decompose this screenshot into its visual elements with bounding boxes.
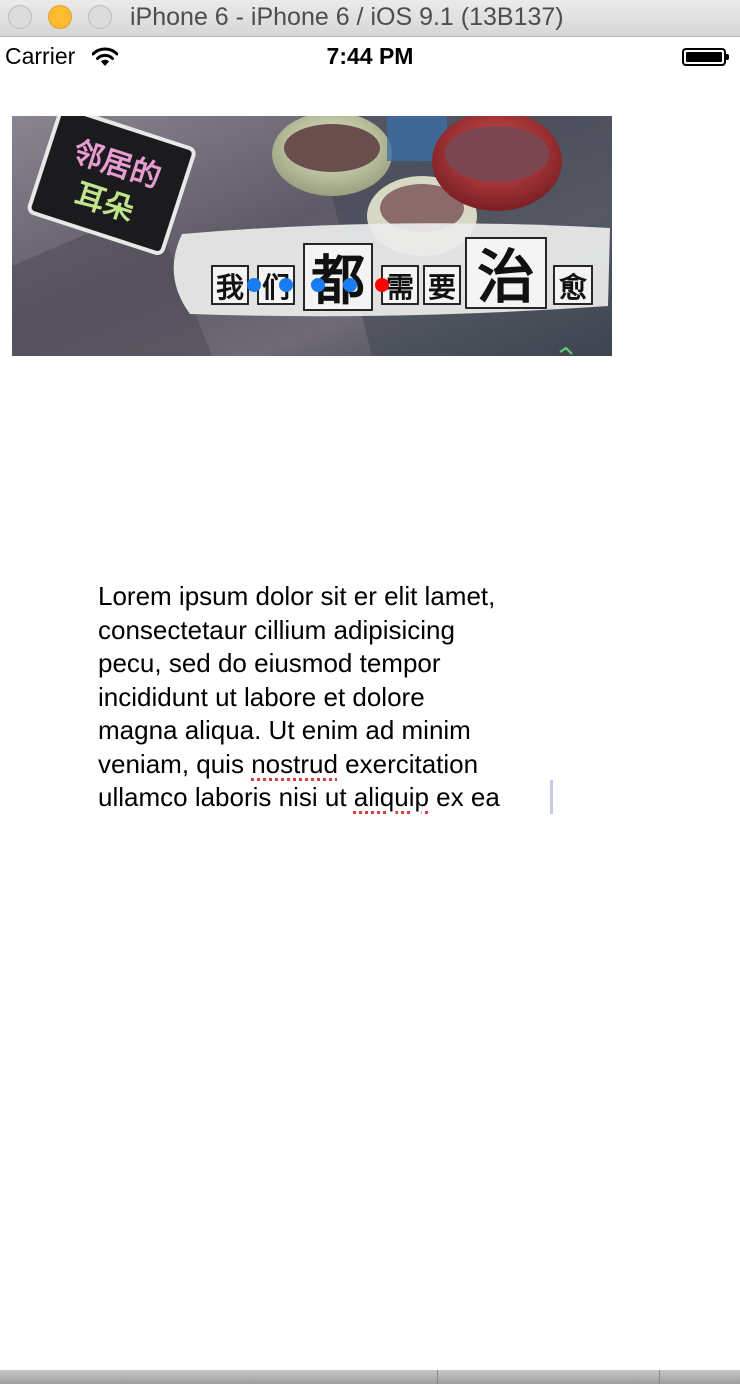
page-dot[interactable]	[311, 278, 325, 292]
edge-divider	[659, 1370, 660, 1384]
text-line-5: magna aliqua. Ut enim ad minim	[98, 715, 471, 745]
window-title: iPhone 6 - iPhone 6 / iOS 9.1 (13B137)	[130, 3, 564, 31]
edge-divider	[437, 1370, 438, 1384]
page-dot[interactable]	[343, 278, 357, 292]
text-line-6: veniam, quis nostrud exercitation	[98, 748, 568, 782]
text-segment: exercitation	[337, 748, 479, 779]
misspelled-word[interactable]: aliquip	[354, 782, 429, 812]
slogan-char-4: 需	[386, 271, 414, 304]
window-zoom-button[interactable]	[88, 5, 112, 29]
page-dot[interactable]	[375, 278, 389, 292]
page-control[interactable]	[247, 278, 389, 292]
simulator-title-bar: iPhone 6 - iPhone 6 / iOS 9.1 (13B137)	[0, 0, 740, 37]
misspelled-word[interactable]: nostrud	[251, 749, 338, 779]
slogan-char-6: 治	[477, 243, 535, 311]
text-line-3: pecu, sed do eiusmod tempor	[98, 648, 441, 678]
status-bar: Carrier 7:44 PM	[0, 37, 740, 77]
text-caret	[550, 780, 553, 814]
slogan-char-1: 我	[216, 271, 244, 304]
text-segment: veniam, quis	[98, 748, 252, 779]
text-line-7: ullamco laboris nisi ut aliquip ex ea	[98, 781, 568, 815]
banner-carousel[interactable]: 邻居的 耳朵 我 们 都 需 要 治 愈	[12, 116, 612, 356]
text-segment: ex ea	[428, 782, 500, 812]
window-close-button[interactable]	[8, 5, 32, 29]
page-dot[interactable]	[279, 278, 293, 292]
page-dot[interactable]	[247, 278, 261, 292]
window-bottom-edge	[0, 1370, 740, 1384]
text-segment: ullamco laboris nisi ut	[98, 782, 354, 812]
banner-image: 邻居的 耳朵 我 们 都 需 要 治 愈	[12, 116, 612, 356]
battery-full-icon	[682, 48, 729, 66]
text-view[interactable]: Lorem ipsum dolor sit er elit lamet, con…	[98, 580, 568, 815]
text-line-2: consectetaur cillium adipisicing	[98, 614, 455, 645]
text-line-1: Lorem ipsum dolor sit er elit lamet,	[98, 581, 496, 611]
status-time: 7:44 PM	[326, 43, 414, 69]
slogan-char-7: 愈	[559, 271, 587, 304]
text-line-4: incididunt ut labore et dolore	[98, 681, 425, 712]
window-minimize-button[interactable]	[48, 5, 72, 29]
slogan-char-5: 要	[428, 271, 456, 304]
